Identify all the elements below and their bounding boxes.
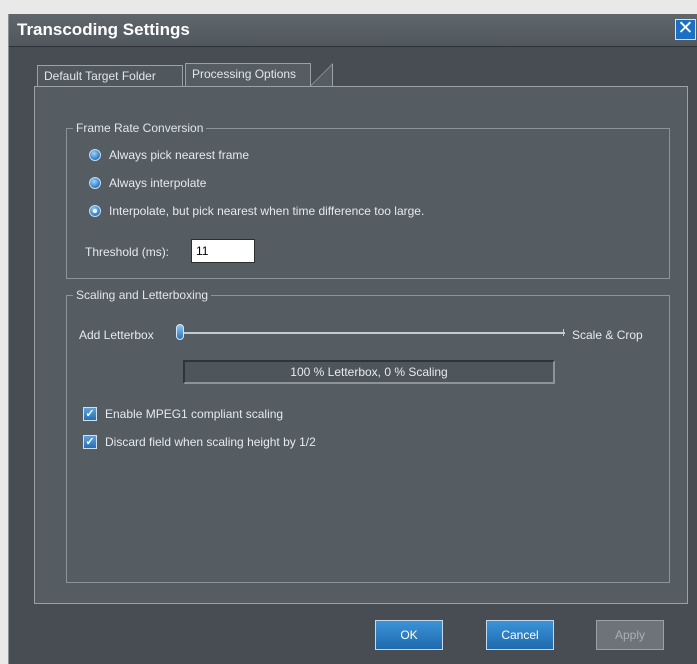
slider-right-label: Scale & Crop <box>572 328 643 342</box>
close-button[interactable]: ✕ <box>675 19 696 40</box>
radio-button[interactable] <box>89 177 101 189</box>
checkbox[interactable]: ✓ <box>83 407 97 421</box>
apply-button[interactable]: Apply <box>596 620 664 650</box>
radio-button-selected[interactable] <box>89 205 101 217</box>
threshold-input[interactable] <box>191 239 255 263</box>
transcoding-settings-dialog: Transcoding Settings ✕ Default Target Fo… <box>8 14 697 664</box>
cancel-button[interactable]: Cancel <box>486 620 554 650</box>
dialog-title: Transcoding Settings <box>17 20 190 39</box>
title-bar[interactable]: Transcoding Settings ✕ <box>9 14 697 47</box>
tab-default-target-folder[interactable]: Default Target Folder <box>37 65 183 87</box>
checkbox[interactable]: ✓ <box>83 435 97 449</box>
tab-processing-options[interactable]: Processing Options <box>185 63 311 87</box>
slider-left-label: Add Letterbox <box>79 328 154 342</box>
close-icon: ✕ <box>677 18 694 39</box>
radio-label: Always pick nearest frame <box>109 148 250 162</box>
radio-label: Interpolate, but pick nearest when time … <box>109 204 425 218</box>
checkbox-label: Discard field when scaling height by 1/2 <box>105 435 316 449</box>
checkbox-label: Enable MPEG1 compliant scaling <box>105 407 284 421</box>
threshold-label: Threshold (ms): <box>85 245 170 259</box>
checkmark-icon: ✓ <box>85 436 95 448</box>
scaling-slider-track[interactable] <box>183 332 565 334</box>
slider-end-tick <box>563 329 564 336</box>
frame-rate-legend: Frame Rate Conversion <box>73 121 207 135</box>
ok-button[interactable]: OK <box>375 620 443 650</box>
radio-label: Always interpolate <box>109 176 207 190</box>
scaling-status-readout: 100 % Letterbox, 0 % Scaling <box>183 360 555 384</box>
scaling-legend: Scaling and Letterboxing <box>73 288 212 302</box>
frame-rate-conversion-group: Frame Rate Conversion Always pick neares… <box>66 121 670 279</box>
checkmark-icon: ✓ <box>85 408 95 420</box>
processing-options-panel: Frame Rate Conversion Always pick neares… <box>34 86 688 604</box>
radio-button[interactable] <box>89 149 101 161</box>
scaling-slider-thumb[interactable] <box>176 324 184 340</box>
scaling-letterboxing-group: Scaling and Letterboxing Add Letterbox S… <box>66 288 670 583</box>
tab-notch-inner <box>310 65 332 87</box>
